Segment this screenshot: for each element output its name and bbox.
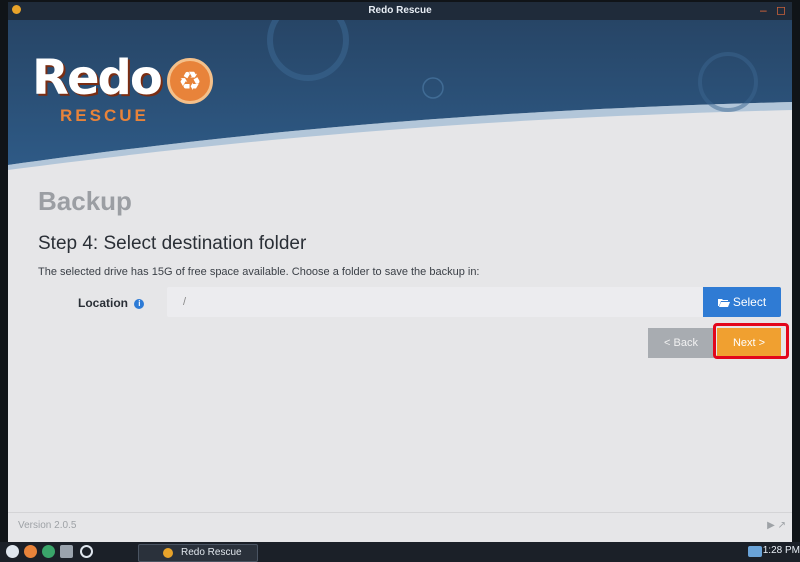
location-label: Location (78, 296, 128, 310)
footer-icons: ▶ ↗ (767, 520, 786, 531)
folder-open-icon (717, 299, 730, 307)
taskbar-window-label: Redo Rescue (181, 547, 242, 558)
logo-subword: RESCUE (60, 106, 149, 125)
network-icon[interactable] (748, 546, 762, 557)
footer-divider (8, 512, 792, 513)
page-title: Backup (38, 186, 132, 216)
window-titlebar: Redo Rescue – ◻ (8, 2, 792, 20)
taskbar: Redo Rescue 1:28 PM (0, 542, 800, 562)
redo-rescue-task-icon (163, 548, 173, 558)
back-button[interactable]: < Back (648, 328, 714, 358)
clock: 1:28 PM (762, 545, 800, 556)
app-window: Redo ♻ RESCUE Backup Step 4: Select dest… (8, 20, 792, 542)
logo-word: Redo (32, 50, 163, 106)
select-button-label: Select (732, 295, 767, 309)
redo-rescue-launcher-icon[interactable] (24, 545, 37, 558)
step-title: Step 4: Select destination folder (38, 233, 307, 254)
window-title: Redo Rescue (368, 5, 432, 16)
taskbar-window-button[interactable]: Redo Rescue (138, 544, 258, 562)
settings-icon[interactable] (6, 545, 19, 558)
window-controls: – ◻ (754, 3, 786, 17)
header-banner: Redo ♻ RESCUE (8, 20, 792, 170)
location-input[interactable] (167, 287, 703, 317)
power-icon[interactable] (80, 545, 93, 558)
close-button[interactable]: ◻ (776, 3, 786, 17)
version-label: Version 2.0.5 (18, 520, 77, 531)
browser-icon[interactable] (42, 545, 55, 558)
select-button[interactable]: Select (703, 287, 781, 317)
info-icon[interactable]: i (134, 298, 145, 309)
recycle-badge-icon: ♻ (167, 58, 213, 104)
location-label-group: Location i (78, 296, 145, 310)
step-description: The selected drive has 15G of free space… (38, 266, 480, 278)
minimize-button[interactable]: – (760, 3, 767, 17)
next-button-highlight (713, 323, 789, 359)
redo-rescue-logo: Redo ♻ RESCUE (32, 50, 213, 125)
terminal-icon[interactable] (60, 545, 73, 558)
